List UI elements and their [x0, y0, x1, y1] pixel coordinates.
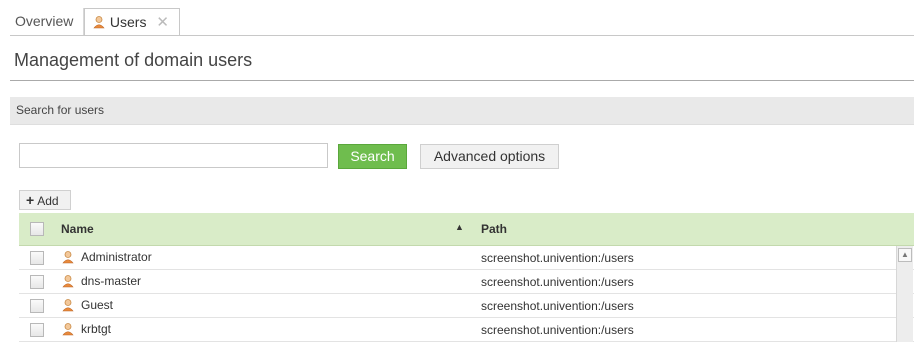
- grid-scrollbar[interactable]: ▲: [896, 246, 913, 342]
- user-path: screenshot.univention:/users: [481, 323, 634, 337]
- user-icon: [92, 11, 106, 29]
- sort-ascending-icon[interactable]: ▲: [455, 222, 464, 232]
- tab-bar: Overview Users ✕: [0, 0, 914, 36]
- row-checkbox[interactable]: [30, 299, 44, 313]
- close-icon[interactable]: ✕: [156, 14, 169, 31]
- user-path: screenshot.univention:/users: [481, 299, 634, 313]
- select-all-checkbox[interactable]: [30, 222, 44, 236]
- scroll-up-icon[interactable]: ▲: [898, 248, 912, 262]
- user-icon: [61, 250, 75, 267]
- tab-users-label: Users: [109, 14, 147, 30]
- user-icon: [61, 322, 75, 339]
- tab-overview[interactable]: Overview: [10, 8, 84, 35]
- user-path: screenshot.univention:/users: [481, 275, 634, 289]
- add-user-button[interactable]: + Add: [19, 190, 71, 210]
- user-name: dns-master: [81, 274, 142, 288]
- advanced-options-button[interactable]: Advanced options: [420, 144, 559, 169]
- table-row[interactable]: Guest screenshot.univention:/users: [19, 294, 914, 318]
- tab-overview-label: Overview: [15, 13, 74, 29]
- tab-divider: [10, 35, 914, 36]
- search-input[interactable]: [19, 143, 328, 168]
- row-checkbox[interactable]: [30, 251, 44, 265]
- user-name: Guest: [81, 298, 114, 312]
- search-button[interactable]: Search: [338, 144, 407, 169]
- user-name: krbtgt: [81, 322, 112, 336]
- user-icon: [61, 298, 75, 315]
- search-section-header: Search for users: [10, 97, 914, 125]
- table-row[interactable]: krbtgt screenshot.univention:/users: [19, 318, 914, 342]
- grid-header: Name ▲ Path: [19, 213, 914, 246]
- add-label: Add: [37, 194, 59, 208]
- user-icon: [61, 274, 75, 291]
- table-row[interactable]: Administrator screenshot.univention:/use…: [19, 246, 914, 270]
- page-title: Management of domain users: [14, 50, 253, 70]
- plus-icon: +: [26, 192, 35, 208]
- user-path: screenshot.univention:/users: [481, 251, 634, 265]
- table-row[interactable]: dns-master screenshot.univention:/users: [19, 270, 914, 294]
- column-header-path[interactable]: Path: [481, 222, 507, 236]
- user-name: Administrator: [81, 250, 152, 264]
- row-checkbox[interactable]: [30, 323, 44, 337]
- column-header-name[interactable]: Name: [61, 222, 94, 236]
- row-checkbox[interactable]: [30, 275, 44, 289]
- users-grid: Name ▲ Path Administrator screenshot.uni…: [19, 213, 914, 342]
- tab-users[interactable]: Users ✕: [84, 8, 180, 36]
- title-divider: [10, 80, 914, 81]
